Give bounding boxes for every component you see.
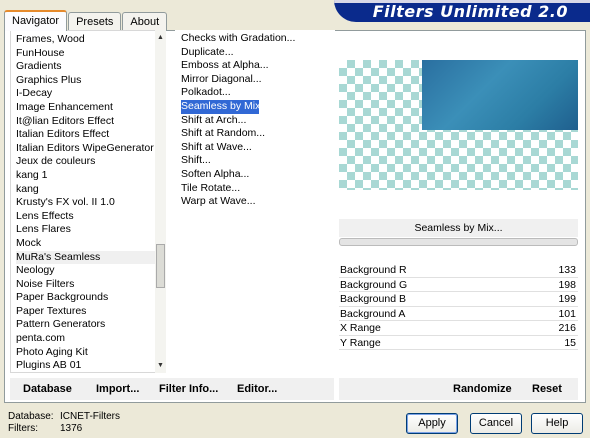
filter-item[interactable]: Shift at Arch... xyxy=(181,114,331,128)
parameter-value: 216 xyxy=(558,322,576,334)
apply-button[interactable]: Apply xyxy=(406,413,458,434)
category-item[interactable]: kang xyxy=(16,183,156,197)
category-item[interactable]: kang 1 xyxy=(16,169,156,183)
parameter-value: 15 xyxy=(564,336,576,349)
filter-item[interactable]: Seamless by Mix... xyxy=(181,99,269,114)
editor-button[interactable]: Editor... xyxy=(237,383,277,395)
scroll-up-arrow-icon[interactable]: ▲ xyxy=(155,32,166,43)
database-button[interactable]: Database xyxy=(23,383,72,395)
category-list[interactable]: Frames, Wood FunHouse Gradients Graphics Pl… xyxy=(10,30,166,373)
category-item[interactable]: Paper Textures xyxy=(16,305,156,319)
category-item[interactable]: Image Enhancement xyxy=(16,101,156,115)
filter-item[interactable]: Soften Alpha... xyxy=(181,168,331,182)
parameter-list: Background R 133 Background G 198 Background… xyxy=(339,263,578,350)
status-info: Database: ICNET-Filters Filters: 1376 xyxy=(8,411,120,435)
category-item[interactable]: Neology xyxy=(16,264,156,278)
parameter-value: 101 xyxy=(558,307,576,320)
parameter-row[interactable]: Background R 133 xyxy=(339,263,578,278)
scroll-thumb[interactable] xyxy=(156,244,165,288)
progress-bar xyxy=(339,238,578,246)
filter-item[interactable]: Emboss at Alpha... xyxy=(181,59,331,73)
parameter-row[interactable]: X Range 216 xyxy=(339,321,578,336)
category-item[interactable]: Lens Effects xyxy=(16,210,156,224)
category-item[interactable]: Frames, Wood xyxy=(16,33,156,47)
database-value: ICNET-Filters xyxy=(60,411,120,422)
parameter-label: Background A xyxy=(340,307,406,320)
category-item[interactable]: FunHouse xyxy=(16,47,156,61)
parameter-row[interactable]: Background B 199 xyxy=(339,292,578,307)
tab-about[interactable]: About xyxy=(122,12,168,30)
parameter-label: X Range xyxy=(340,322,381,334)
cancel-button[interactable]: Cancel xyxy=(470,413,522,434)
title-banner: Filters Unlimited 2.0 xyxy=(334,0,590,22)
filters-count: 1376 xyxy=(60,423,83,434)
parameter-value: 199 xyxy=(558,293,576,305)
parameter-label: Y Range xyxy=(340,336,381,349)
category-item[interactable]: MuRa's Seamless xyxy=(16,250,156,265)
parameter-row[interactable]: Background G 198 xyxy=(339,278,578,292)
filter-info-button[interactable]: Filter Info... xyxy=(159,383,218,395)
filter-item[interactable]: Warp at Wave... xyxy=(181,195,331,209)
category-item[interactable]: Mock xyxy=(16,237,156,251)
category-item[interactable]: Graphics Plus xyxy=(16,74,156,88)
app-title: Filters Unlimited 2.0 xyxy=(372,2,568,21)
filter-item[interactable]: Shift at Wave... xyxy=(181,141,331,155)
randomize-button[interactable]: Randomize xyxy=(453,383,512,395)
category-item[interactable]: penta.com xyxy=(16,332,156,346)
tab-presets[interactable]: Presets xyxy=(68,12,122,30)
reset-button[interactable]: Reset xyxy=(532,383,562,395)
filters-label: Filters: xyxy=(8,423,38,434)
filter-item[interactable]: Shift at Random... xyxy=(181,127,331,141)
right-action-bar: Randomize Reset xyxy=(339,378,578,400)
filter-item[interactable]: Shift... xyxy=(181,154,331,168)
parameter-label: Background G xyxy=(340,278,408,291)
category-item[interactable]: I-Decay xyxy=(16,87,156,101)
tab-navigator[interactable]: Navigator xyxy=(4,10,68,31)
parameter-slider-track[interactable] xyxy=(339,349,578,350)
category-item[interactable]: Italian Editors WipeGenerator xyxy=(16,142,156,156)
category-item[interactable]: Italian Editors Effect xyxy=(16,128,156,142)
filter-item[interactable]: Duplicate... xyxy=(181,46,331,60)
filter-item[interactable]: Polkadot... xyxy=(181,86,331,100)
filter-item[interactable]: Tile Rotate... xyxy=(181,182,331,196)
category-item[interactable]: Photo Aging Kit xyxy=(16,346,156,360)
scroll-down-arrow-icon[interactable]: ▼ xyxy=(155,360,166,371)
help-button[interactable]: Help xyxy=(531,413,583,434)
selected-filter-label: Seamless by Mix... xyxy=(339,219,578,237)
category-item[interactable]: Paper Backgrounds xyxy=(16,291,156,305)
category-item[interactable]: Lens Flares xyxy=(16,223,156,237)
category-item[interactable]: It@lian Editors Effect xyxy=(16,115,156,129)
preview-area xyxy=(339,60,578,190)
tab-bar: Navigator Presets About xyxy=(4,10,168,31)
category-item[interactable]: Jeux de couleurs xyxy=(16,155,156,169)
parameter-row[interactable]: Background A 101 xyxy=(339,307,578,321)
parameter-row[interactable]: Y Range 15 xyxy=(339,336,578,350)
preview-image xyxy=(422,60,578,130)
database-label: Database: xyxy=(8,411,54,422)
category-scrollbar[interactable]: ▲ ▼ xyxy=(155,30,166,373)
category-item[interactable]: Plugins AB 01 xyxy=(16,359,156,372)
parameter-value: 198 xyxy=(558,278,576,291)
filter-list[interactable]: Checks with Gradation... Duplicate... Embo… xyxy=(175,30,335,373)
category-item[interactable]: Krusty's FX vol. II 1.0 xyxy=(16,196,156,210)
filter-item[interactable]: Mirror Diagonal... xyxy=(181,73,331,87)
category-item[interactable]: Gradients xyxy=(16,60,156,74)
parameter-label: Background B xyxy=(340,293,406,305)
category-item[interactable]: Pattern Generators xyxy=(16,318,156,332)
left-action-bar: Database Import... Filter Info... Editor… xyxy=(10,378,334,400)
parameter-value: 133 xyxy=(558,264,576,276)
filter-item[interactable]: Checks with Gradation... xyxy=(181,32,331,46)
import-button[interactable]: Import... xyxy=(96,383,139,395)
category-item[interactable]: Noise Filters xyxy=(16,278,156,292)
parameter-label: Background R xyxy=(340,264,407,276)
